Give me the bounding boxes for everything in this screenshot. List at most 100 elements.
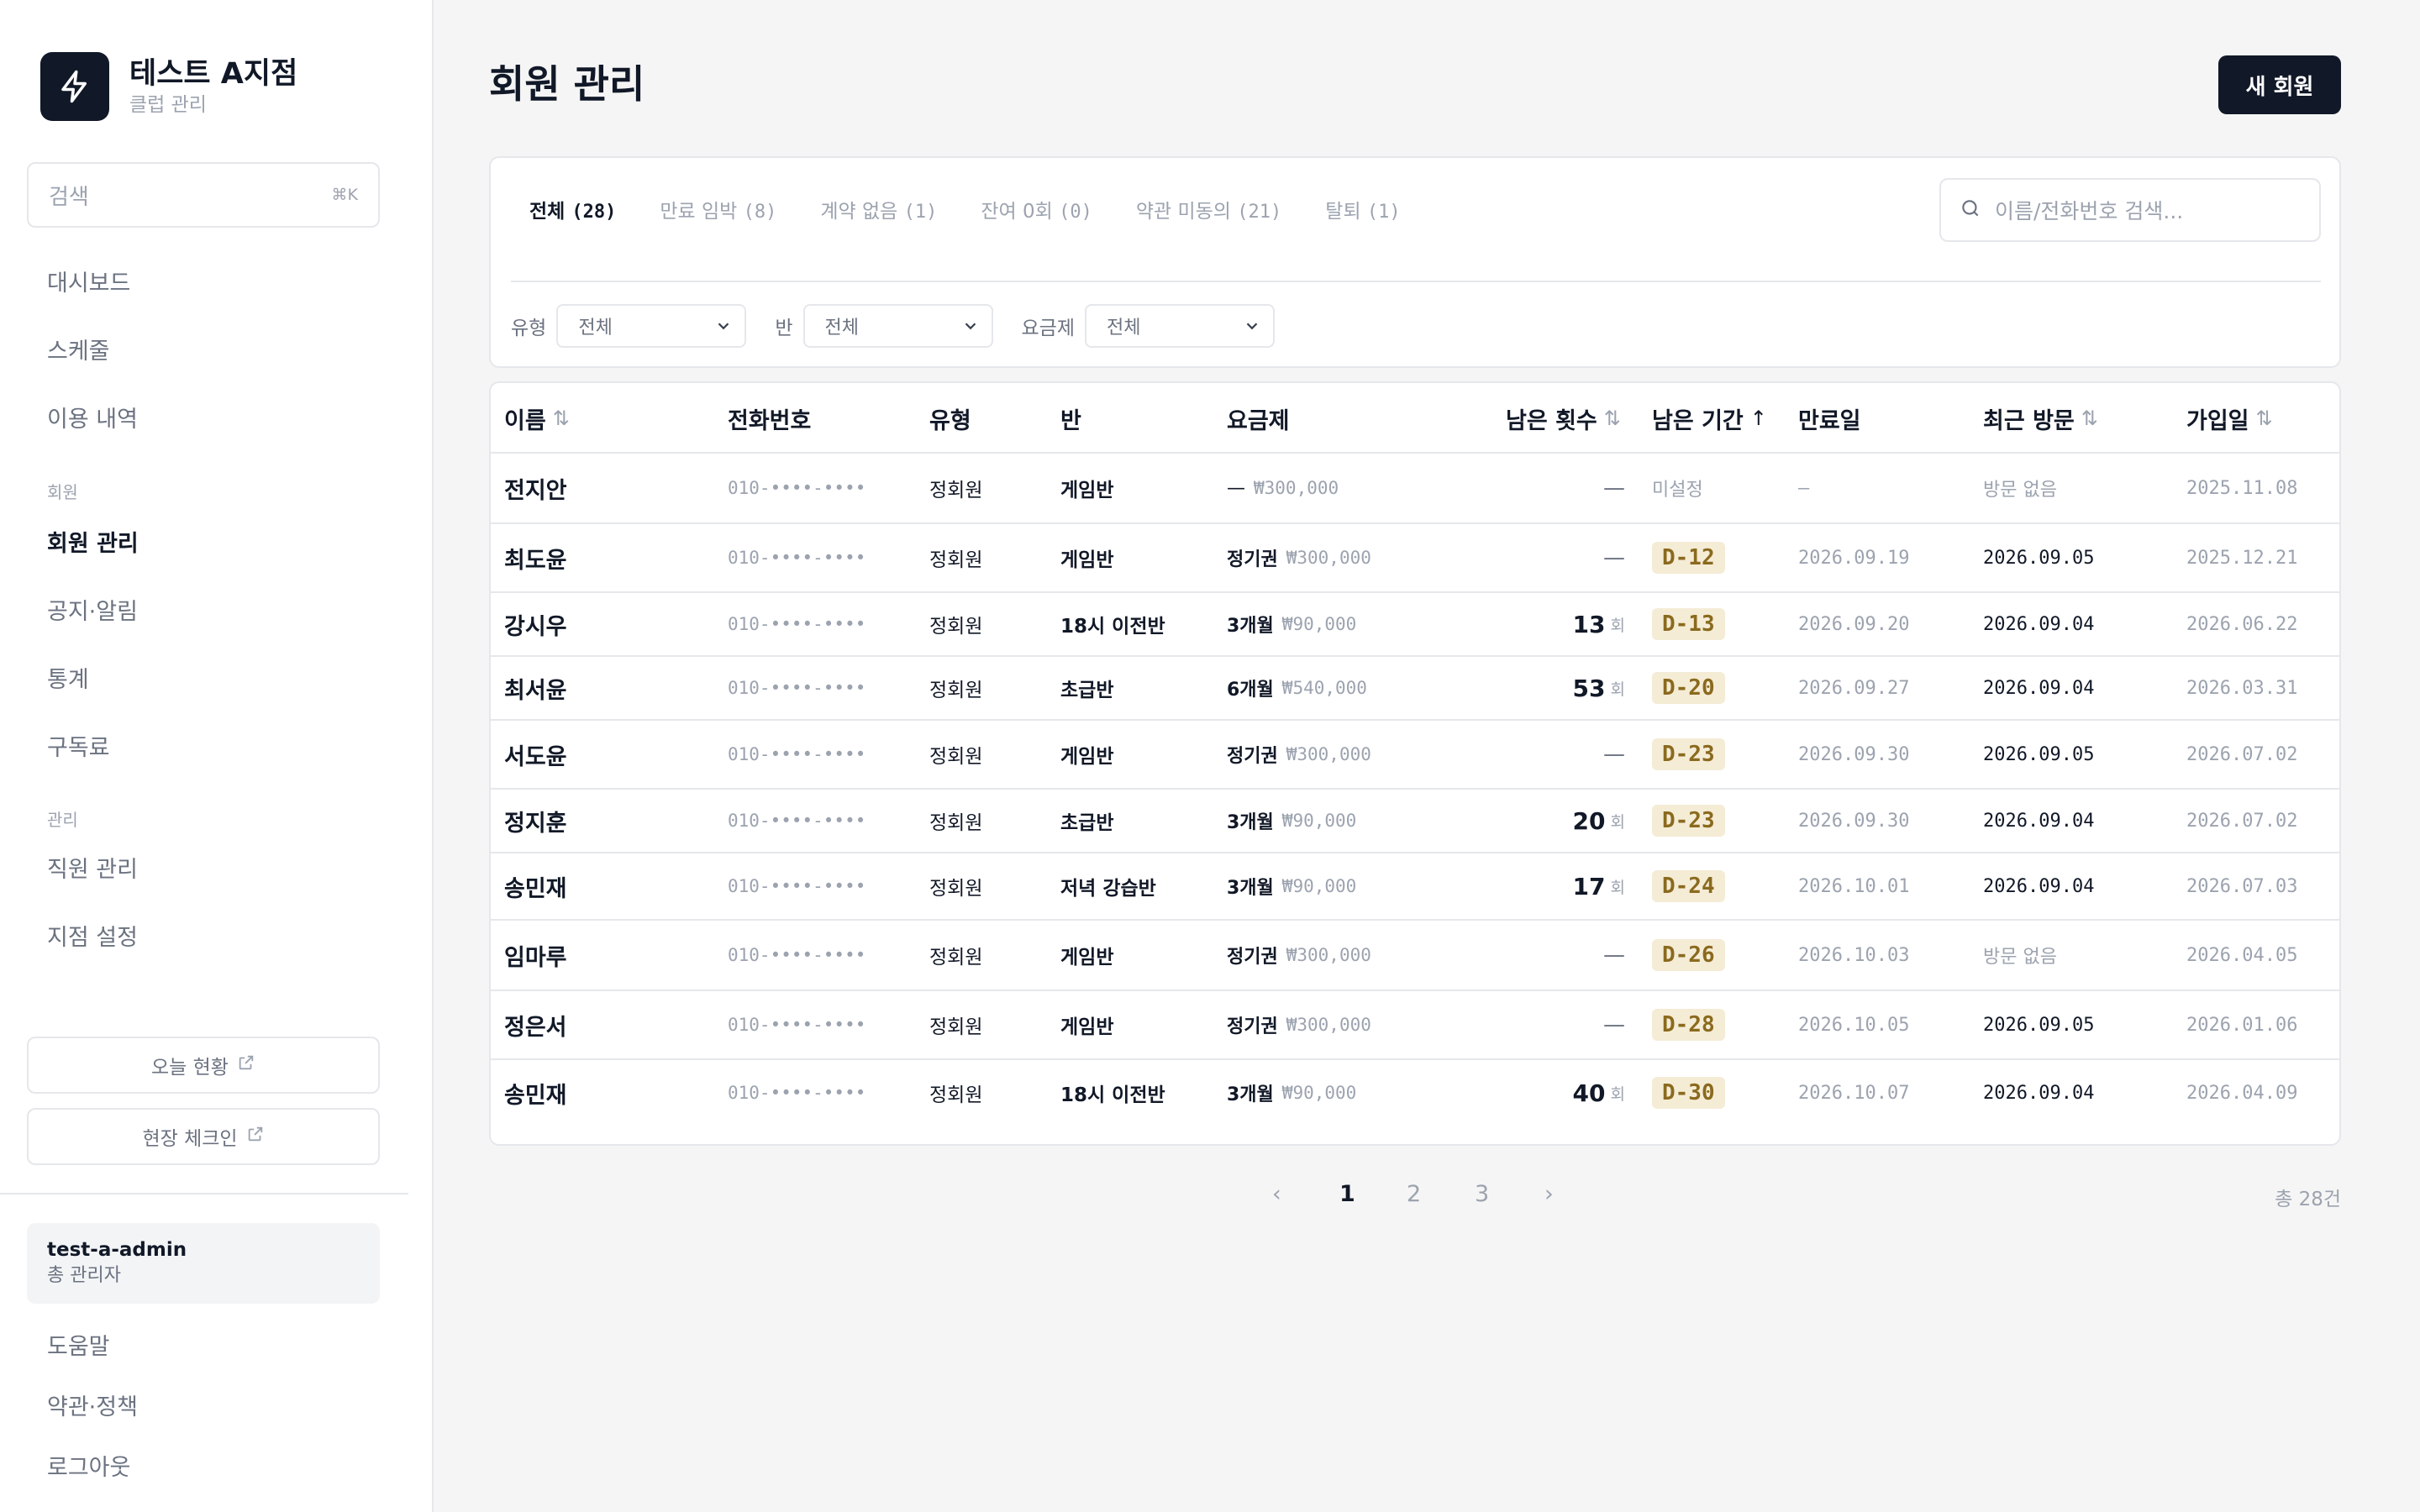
join-date: 2026.03.31: [2186, 677, 2298, 699]
member-class: 게임반: [1060, 480, 1114, 501]
remaining-period: D-23: [1652, 721, 1725, 788]
filter-class-select[interactable]: 전체: [802, 304, 993, 348]
col-remaining-count[interactable]: 남은 횟수 ⇅: [1506, 383, 1621, 454]
chevron-down-icon: [965, 323, 976, 330]
plan-price: ₩90,000: [1281, 614, 1357, 634]
checkin-button[interactable]: 현장 체크인: [27, 1108, 380, 1165]
page-3[interactable]: 3: [1475, 1181, 1489, 1207]
member-phone: 010-••••-••••: [728, 548, 866, 568]
tab-zero-remaining[interactable]: 잔여 0회 (0): [981, 195, 1092, 229]
nav-section-member: 회원: [47, 482, 78, 502]
nav-help[interactable]: 도움말: [47, 1332, 110, 1362]
table-row[interactable]: 송민재 010-••••-•••• 정회원 저녁 강습반 3개월 ₩90,000 …: [491, 853, 2339, 921]
join-date: 2026.07.02: [2186, 810, 2298, 832]
nav-stats[interactable]: 통계: [47, 665, 89, 696]
nav-terms[interactable]: 약관·정책: [47, 1393, 138, 1423]
plan-name: 3개월: [1227, 812, 1274, 833]
member-name[interactable]: 송민재: [504, 853, 567, 919]
remaining-count: 20 회: [1457, 790, 1625, 852]
expiry-date: 2026.09.27: [1798, 677, 1910, 699]
member-name[interactable]: 송민재: [504, 1060, 567, 1126]
user-role: 총 관리자: [47, 1265, 121, 1286]
d-day-badge: D-26: [1652, 939, 1725, 971]
d-day-badge: D-24: [1652, 870, 1725, 902]
nav-staff[interactable]: 직원 관리: [47, 855, 138, 885]
chevron-down-icon: [1246, 323, 1258, 330]
filter-type-select[interactable]: 전체: [556, 304, 747, 348]
tab-withdrawn[interactable]: 탈퇴 (1): [1325, 195, 1400, 229]
table-row[interactable]: 최도윤 010-••••-•••• 정회원 게임반 정기권 ₩300,000 — …: [491, 524, 2339, 593]
nav-member-management[interactable]: 회원 관리: [47, 529, 139, 559]
plan-name: 정기권: [1227, 1016, 1278, 1037]
plan-price: ₩90,000: [1281, 1083, 1357, 1103]
col-last-visit[interactable]: 최근 방문 ⇅: [1983, 383, 2098, 454]
plan-name: 정기권: [1227, 549, 1278, 570]
expiry-date: 2026.10.05: [1798, 1014, 1910, 1036]
nav-dashboard[interactable]: 대시보드: [47, 269, 130, 299]
member-name[interactable]: 서도윤: [504, 721, 567, 788]
member-plan: — ₩300,000: [1227, 454, 1339, 522]
plan-price: ₩300,000: [1286, 1015, 1371, 1035]
table-row[interactable]: 송민재 010-••••-•••• 정회원 18시 이전반 3개월 ₩90,000…: [491, 1060, 2339, 1126]
nav-subscription[interactable]: 구독료: [47, 733, 110, 764]
table-row[interactable]: 서도윤 010-••••-•••• 정회원 게임반 정기권 ₩300,000 — …: [491, 721, 2339, 790]
today-status-button[interactable]: 오늘 현황: [27, 1037, 380, 1094]
col-joined[interactable]: 가입일 ⇅: [2186, 383, 2273, 454]
member-name[interactable]: 정지훈: [504, 790, 567, 852]
member-type: 정회원: [929, 878, 983, 900]
lightning-icon: [40, 52, 109, 121]
col-remaining-period[interactable]: 남은 기간 ↑: [1652, 383, 1767, 454]
plan-name: 6개월: [1227, 680, 1274, 701]
count-unit: 회: [1610, 680, 1625, 699]
plan-name: 3개월: [1227, 616, 1274, 637]
tab-all[interactable]: 전체 (28): [529, 195, 616, 229]
col-name[interactable]: 이름 ⇅: [504, 383, 570, 454]
nav-logout[interactable]: 로그아웃: [47, 1453, 130, 1483]
table-row[interactable]: 임마루 010-••••-•••• 정회원 게임반 정기권 ₩300,000 — …: [491, 921, 2339, 991]
remaining-period: D-23: [1652, 790, 1725, 852]
table-row[interactable]: 최서윤 010-••••-•••• 정회원 초급반 6개월 ₩540,000 53…: [491, 657, 2339, 721]
expiry-date: 2026.09.30: [1798, 743, 1910, 765]
plan-price: ₩90,000: [1281, 876, 1357, 896]
nav-branch-settings[interactable]: 지점 설정: [47, 923, 138, 953]
next-page-button[interactable]: ›: [1544, 1181, 1554, 1207]
member-name[interactable]: 전지안: [504, 454, 567, 522]
member-name[interactable]: 최서윤: [504, 657, 567, 719]
new-member-button[interactable]: 새 회원: [2218, 55, 2341, 114]
nav-usage[interactable]: 이용 내역: [47, 405, 138, 435]
page-1[interactable]: 1: [1339, 1181, 1355, 1207]
page-2[interactable]: 2: [1407, 1181, 1421, 1207]
member-plan: 정기권 ₩300,000: [1227, 921, 1371, 990]
member-name[interactable]: 정은서: [504, 991, 567, 1058]
tab-expiring[interactable]: 만료 임박 (8): [660, 195, 776, 229]
filter-plan-select[interactable]: 전체: [1084, 304, 1275, 348]
table-row[interactable]: 정지훈 010-••••-•••• 정회원 초급반 3개월 ₩90,000 20 회…: [491, 790, 2339, 853]
expiry-date: 2026.09.30: [1798, 810, 1910, 832]
prev-page-button[interactable]: ‹: [1272, 1181, 1281, 1207]
member-name[interactable]: 강시우: [504, 593, 567, 655]
join-date: 2026.07.02: [2186, 743, 2298, 765]
member-plan: 정기권 ₩300,000: [1227, 721, 1371, 788]
period-unset: 미설정: [1652, 480, 1703, 501]
shortcut-hint: ⌘K: [331, 186, 358, 204]
brand[interactable]: 테스트 A지점 클럽 관리: [40, 52, 297, 121]
table-row[interactable]: 강시우 010-••••-•••• 정회원 18시 이전반 3개월 ₩90,000…: [491, 593, 2339, 657]
member-name[interactable]: 임마루: [504, 921, 567, 990]
member-name[interactable]: 최도윤: [504, 524, 567, 591]
sort-icon: ⇅: [552, 407, 570, 430]
member-phone: 010-••••-••••: [728, 876, 866, 896]
sidebar-search[interactable]: 검색 ⌘K: [27, 162, 380, 228]
nav-schedule[interactable]: 스케줄: [47, 337, 110, 367]
tab-no-contract[interactable]: 계약 없음 (1): [820, 195, 937, 229]
nav-notice[interactable]: 공지·알림: [47, 597, 138, 627]
join-date: 2026.04.05: [2186, 944, 2298, 966]
table-row[interactable]: 정은서 010-••••-•••• 정회원 게임반 정기권 ₩300,000 — …: [491, 991, 2339, 1060]
user-card[interactable]: test-a-admin 총 관리자: [27, 1223, 380, 1304]
table-row[interactable]: 전지안 010-••••-•••• 정회원 게임반 — ₩300,000 — 미설…: [491, 454, 2339, 524]
member-search-input[interactable]: 이름/전화번호 검색...: [1939, 178, 2321, 242]
tab-terms-unagreed[interactable]: 약관 미동의 (21): [1136, 195, 1281, 229]
remaining-count: 13 회: [1457, 593, 1625, 655]
remaining-period: 미설정: [1652, 454, 1703, 522]
remaining-period: D-28: [1652, 991, 1725, 1058]
tab-count: (1): [1366, 202, 1401, 223]
